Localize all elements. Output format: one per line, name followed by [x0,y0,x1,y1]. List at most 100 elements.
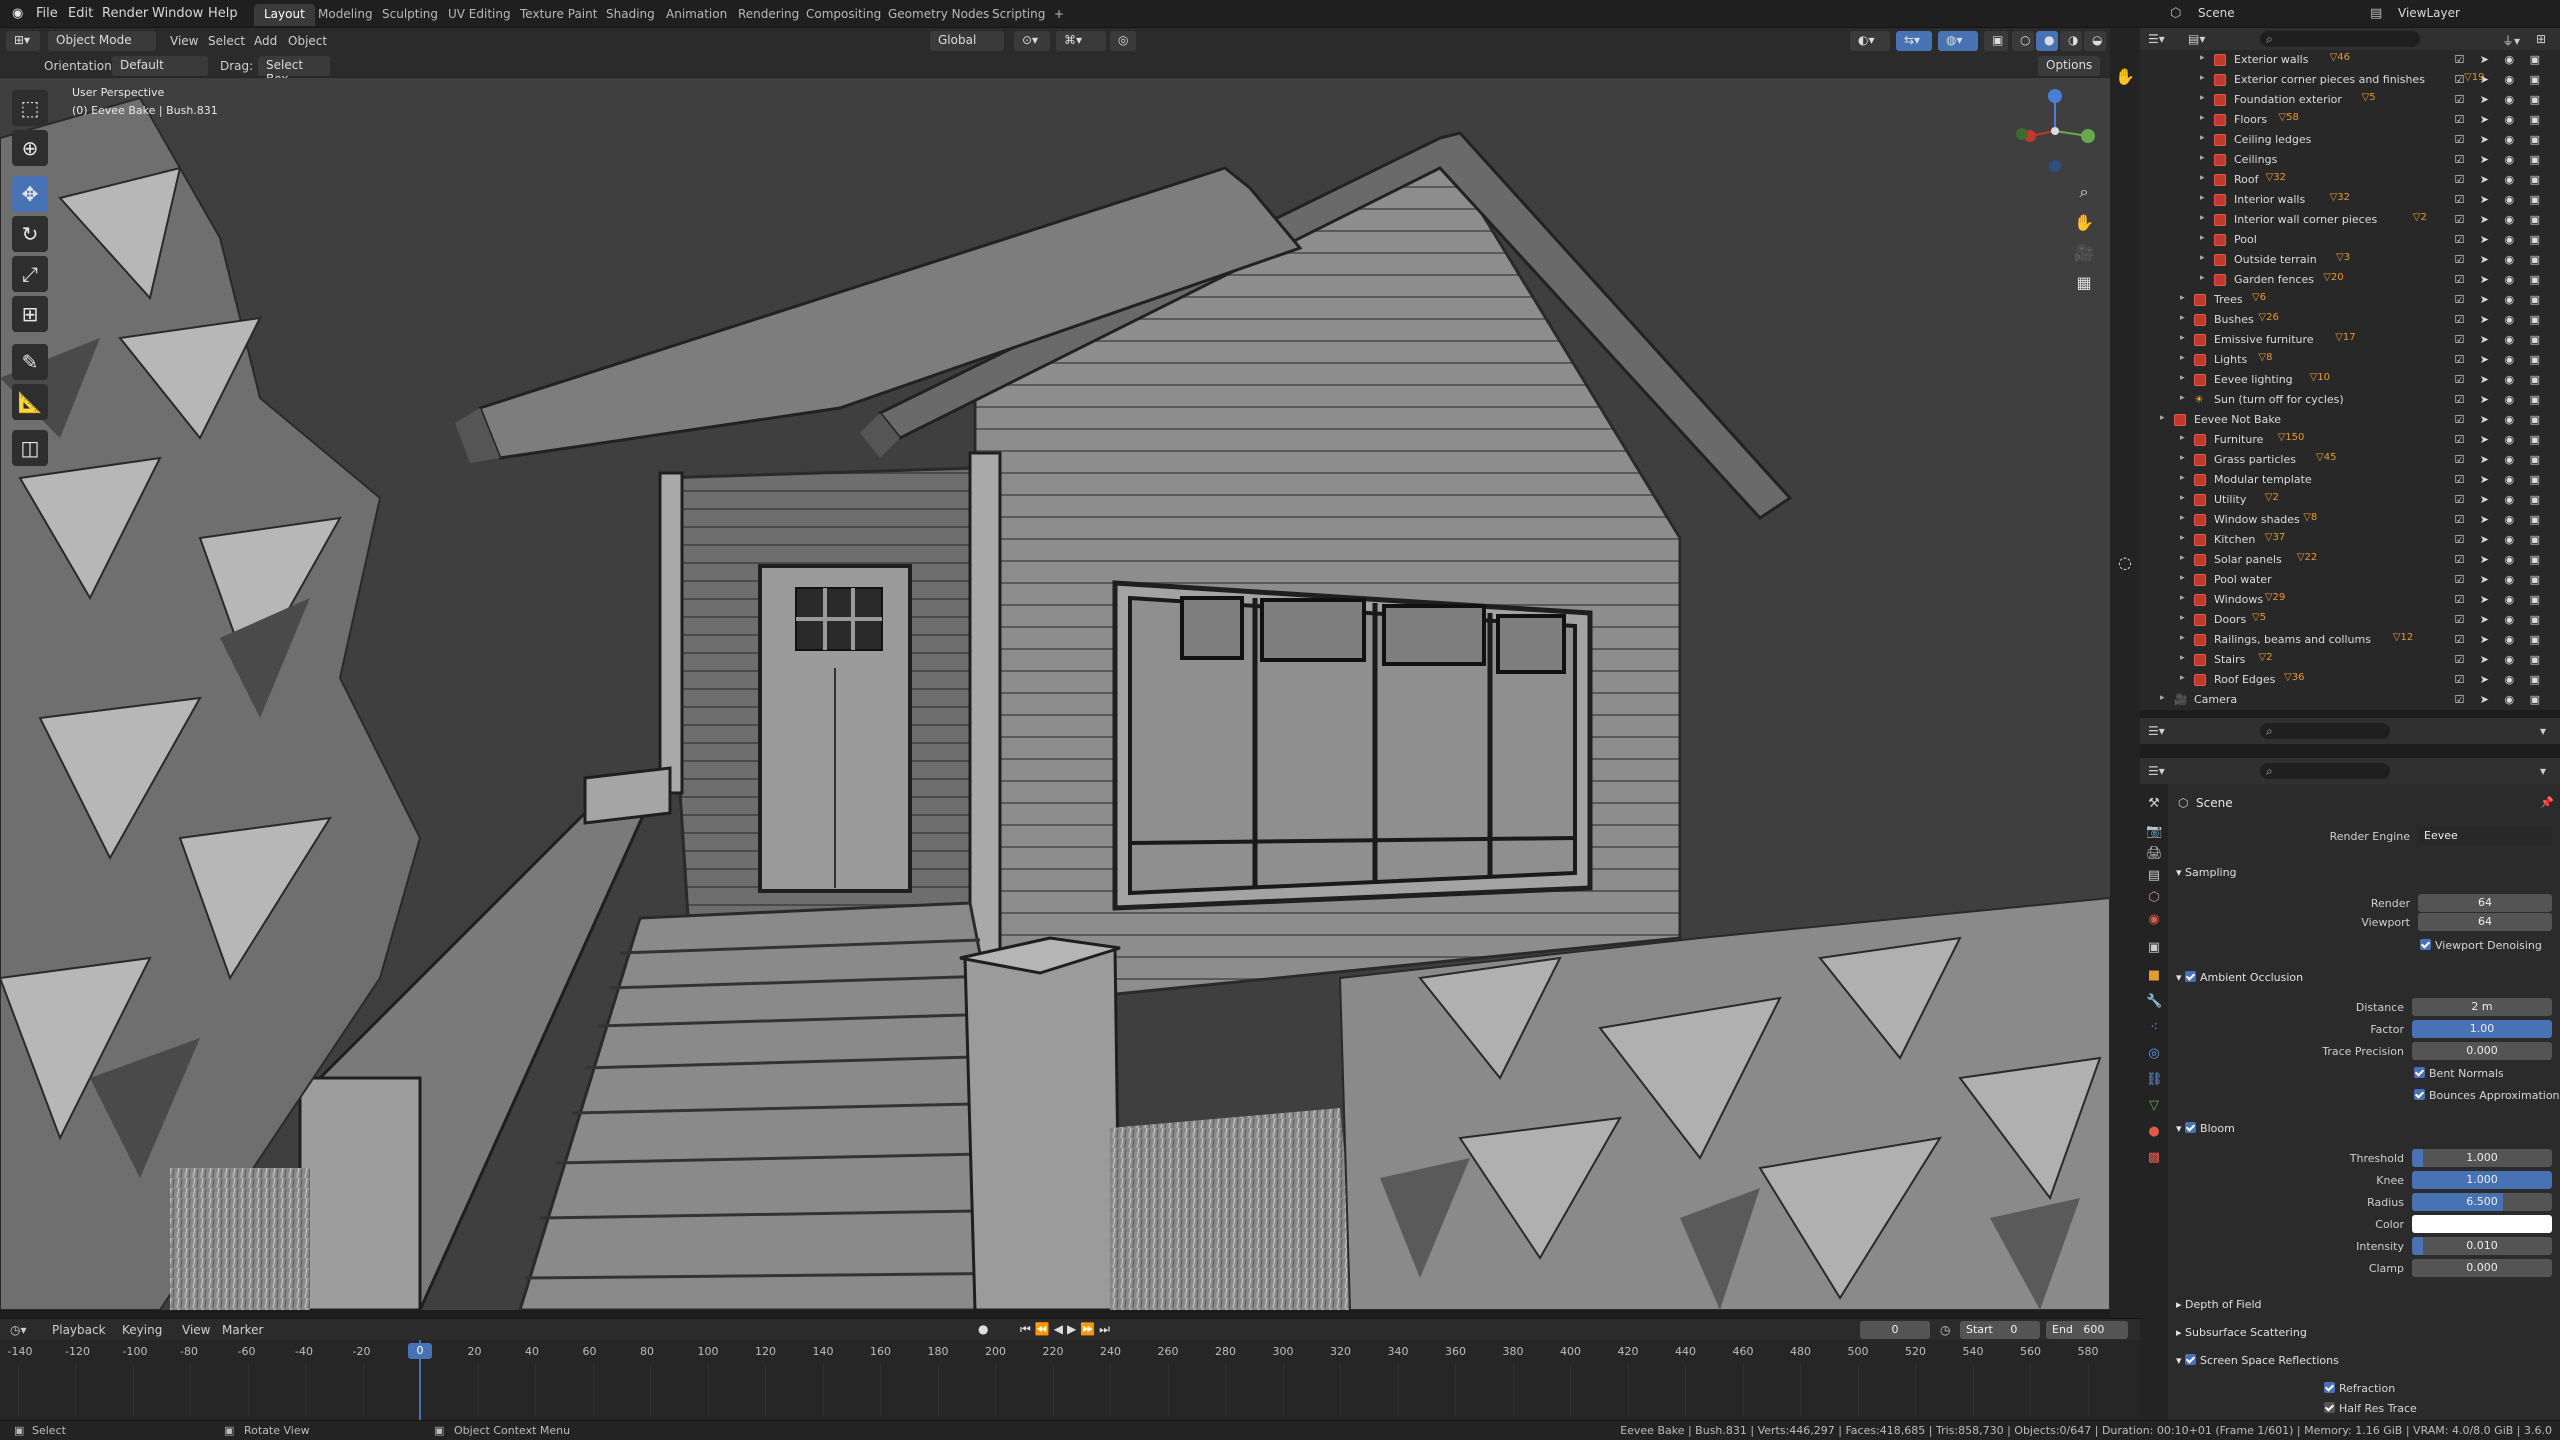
outliner-row[interactable]: ▸ Ceilings ☑ ➤ ◉ ▣ [2140,150,2560,170]
solid-shading-icon[interactable]: ● [2036,31,2058,51]
overlay-toggle-icon[interactable]: ◍▾ [1938,31,1978,51]
visibility-toggles[interactable]: ☑ ➤ ◉ ▣ [2454,73,2546,86]
expand-arrow-icon[interactable]: ▸ [2200,73,2205,83]
visibility-toggles[interactable]: ☑ ➤ ◉ ▣ [2454,173,2546,186]
scale-tool-icon[interactable]: ⤢ [12,256,48,292]
outliner-row[interactable]: ▸ Utility ▽2 ☑ ➤ ◉ ▣ [2140,490,2560,510]
bloom-radius-field[interactable]: 6.500 [2412,1193,2552,1211]
visibility-toggles[interactable]: ☑ ➤ ◉ ▣ [2454,193,2546,206]
viewport-denoising-checkbox[interactable]: Viewport Denoising [2420,939,2542,952]
3d-viewport[interactable]: User Perspective (0) Eevee Bake | Bush.8… [0,78,2110,1310]
outliner-row[interactable]: ▸ Interior walls ▽32 ☑ ➤ ◉ ▣ [2140,190,2560,210]
tab-texture-paint[interactable]: Texture Paint [510,4,607,26]
timeline-area[interactable]: -140 -120 -100 -80 -60 -40 -20 0 20 40 60 80 100 120 1… [0,1340,2140,1420]
outliner-row[interactable]: ▸ Floors ▽58 ☑ ➤ ◉ ▣ [2140,110,2560,130]
menu-playback[interactable]: Playback [52,1323,106,1337]
outliner-row[interactable]: ▸ Roof Edges ▽36 ☑ ➤ ◉ ▣ [2140,670,2560,690]
expand-arrow-icon[interactable]: ▸ [2180,453,2185,463]
visibility-toggles[interactable]: ☑ ➤ ◉ ▣ [2454,113,2546,126]
tab-uv-editing[interactable]: UV Editing [438,4,521,26]
outliner-row[interactable]: ▸ Bushes ▽26 ☑ ➤ ◉ ▣ [2140,310,2560,330]
rotate-tool-icon[interactable]: ↻ [12,216,48,252]
material-tab-icon[interactable]: ● [2146,1124,2162,1140]
select-box-tool-icon[interactable]: ⬚ [12,90,48,126]
collection-tab-icon[interactable]: ▣ [2146,940,2162,956]
material-shading-icon[interactable]: ◑ [2060,31,2082,51]
visibility-toggles[interactable]: ☑ ➤ ◉ ▣ [2454,233,2546,246]
bloom-panel-header[interactable]: ▾ Bloom [2176,1122,2235,1135]
bloom-intensity-field[interactable]: 0.010 [2412,1237,2552,1255]
expand-arrow-icon[interactable]: ▸ [2180,473,2185,483]
expand-arrow-icon[interactable]: ▸ [2180,513,2185,523]
tab-animation[interactable]: Animation [656,4,737,26]
visibility-toggles[interactable]: ☑ ➤ ◉ ▣ [2454,313,2546,326]
modifier-tab-icon[interactable]: 🔧 [2146,994,2162,1010]
expand-arrow-icon[interactable]: ▸ [2200,153,2205,163]
visibility-toggles[interactable]: ☑ ➤ ◉ ▣ [2454,613,2546,626]
visibility-toggles[interactable]: ☑ ➤ ◉ ▣ [2454,393,2546,406]
visibility-toggles[interactable]: ☑ ➤ ◉ ▣ [2454,633,2546,646]
outliner-row[interactable]: ▸ Windows ▽29 ☑ ➤ ◉ ▣ [2140,590,2560,610]
expand-arrow-icon[interactable]: ▸ [2180,533,2185,543]
display-mode-icon[interactable]: ▤▾ [2188,32,2205,46]
visibility-toggles[interactable]: ☑ ➤ ◉ ▣ [2454,693,2546,706]
outliner-row[interactable]: ▸ Stairs ▽2 ☑ ➤ ◉ ▣ [2140,650,2560,670]
pan-view-icon[interactable]: ✋ [2070,208,2098,236]
visibility-toggles[interactable]: ☑ ➤ ◉ ▣ [2454,493,2546,506]
visibility-toggles[interactable]: ☑ ➤ ◉ ▣ [2454,333,2546,346]
render-tab-icon[interactable]: 📷 [2146,824,2162,840]
outliner-editor-icon[interactable]: ☰▾ [2148,32,2165,46]
expand-arrow-icon[interactable]: ▸ [2180,673,2185,683]
expand-arrow-icon[interactable]: ▸ [2160,413,2165,423]
gizmo-toggle-icon[interactable]: ⇆▾ [1896,31,1932,51]
ssr-panel-header[interactable]: ▾ Screen Space Reflections [2176,1354,2339,1367]
ao-distance-field[interactable]: 2 m [2412,998,2552,1016]
menu-help[interactable]: Help [208,6,238,21]
expand-arrow-icon[interactable]: ▸ [2180,393,2185,403]
expand-arrow-icon[interactable]: ▸ [2180,493,2185,503]
visibility-toggles[interactable]: ☑ ➤ ◉ ▣ [2454,513,2546,526]
view-layer-selector[interactable]: ViewLayer [2398,6,2460,20]
outliner[interactable]: ▸ Exterior walls ▽46 ☑ ➤ ◉ ▣ ▸ Exterior corne… [2140,50,2560,710]
hand-icon[interactable]: ✋ [2111,62,2139,90]
navigation-gizmo[interactable] [2010,86,2100,176]
visibility-toggles[interactable]: ☑ ➤ ◉ ▣ [2454,673,2546,686]
tool-tab-icon[interactable]: ⚒ [2146,796,2162,812]
visibility-toggles[interactable]: ☑ ➤ ◉ ▣ [2454,93,2546,106]
menu-file[interactable]: File [36,6,58,21]
bent-normals-checkbox[interactable]: Bent Normals [2414,1067,2504,1080]
visibility-toggles[interactable]: ☑ ➤ ◉ ▣ [2454,453,2546,466]
menu-marker[interactable]: Marker [222,1323,263,1337]
playhead-frame-label[interactable]: 0 [408,1343,432,1359]
expand-arrow-icon[interactable]: ▸ [2200,173,2205,183]
outliner-row[interactable]: ▸ Eevee Not Bake ☑ ➤ ◉ ▣ [2140,410,2560,430]
sampling-panel-header[interactable]: ▾ Sampling [2176,866,2237,879]
transform-tool-icon[interactable]: ⊞ [12,296,48,332]
visibility-toggles[interactable]: ☑ ➤ ◉ ▣ [2454,473,2546,486]
visibility-toggles[interactable]: ☑ ➤ ◉ ▣ [2454,533,2546,546]
outliner-row[interactable]: ▸ Foundation exterior ▽5 ☑ ➤ ◉ ▣ [2140,90,2560,110]
outliner-search-input[interactable] [2260,31,2420,47]
snap-icon[interactable]: ⌘▾ [1056,31,1106,51]
bloom-clamp-field[interactable]: 0.000 [2412,1259,2552,1277]
props-search-input[interactable] [2260,723,2390,739]
expand-arrow-icon[interactable]: ▸ [2200,193,2205,203]
camera-view-icon[interactable]: 🎥 [2070,238,2098,266]
outliner-row[interactable]: ▸ Roof ▽32 ☑ ➤ ◉ ▣ [2140,170,2560,190]
editor-type-icon[interactable]: ⊞▾ [6,31,40,51]
visibility-toggles[interactable]: ☑ ➤ ◉ ▣ [2454,353,2546,366]
menu-window[interactable]: Window [152,6,203,21]
outliner-row[interactable]: ▸ Trees ▽6 ☑ ➤ ◉ ▣ [2140,290,2560,310]
rendered-shading-icon[interactable]: ◒ [2084,31,2106,51]
visibility-toggles[interactable]: ☑ ➤ ◉ ▣ [2454,253,2546,266]
expand-arrow-icon[interactable]: ▸ [2200,273,2205,283]
tab-layout[interactable]: Layout [254,4,315,26]
world-tab-icon[interactable]: ◉ [2146,912,2162,928]
measure-tool-icon[interactable]: 📐 [12,384,48,420]
chevron-down-icon[interactable]: ▾ [2540,724,2546,738]
timeline-editor-icon[interactable]: ◷▾ [10,1323,27,1337]
expand-arrow-icon[interactable]: ▸ [2180,373,2185,383]
cursor-tool-icon[interactable]: ⊕ [12,130,48,166]
properties-search-input[interactable] [2260,763,2390,779]
menu-render[interactable]: Render [102,6,148,21]
